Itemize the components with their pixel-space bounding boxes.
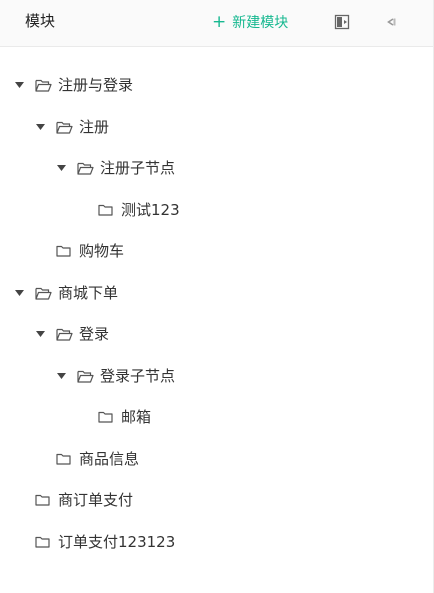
- add-module-label: 新建模块: [232, 15, 289, 31]
- tree-node-label: 订单支付123123: [58, 533, 176, 551]
- caret-down-icon[interactable]: [55, 162, 67, 174]
- tree-node-label: 登录: [79, 325, 110, 343]
- folder-icon: [35, 493, 53, 507]
- tree-node[interactable]: 注册: [34, 112, 109, 142]
- caret-down-icon[interactable]: [34, 328, 46, 340]
- tree-node[interactable]: 邮箱: [76, 402, 151, 432]
- caret-down-icon[interactable]: [34, 121, 46, 133]
- tree-node-label: 注册: [79, 118, 110, 136]
- panel-header: 模块 + 新建模块: [0, 0, 433, 47]
- tree-node[interactable]: 登录: [34, 319, 109, 349]
- tree-node-label: 注册与登录: [58, 76, 134, 94]
- folder-open-icon: [56, 327, 74, 341]
- folder-icon: [56, 452, 74, 466]
- folder-icon: [56, 244, 74, 258]
- folder-open-icon: [56, 120, 74, 134]
- folder-open-icon: [77, 369, 95, 383]
- tree-node[interactable]: 商品信息: [34, 444, 139, 474]
- tree-node[interactable]: 商城下单: [13, 278, 118, 308]
- tree-node-label: 商城下单: [58, 284, 119, 302]
- tree-node-label: 注册子节点: [100, 159, 176, 177]
- tree-node[interactable]: 登录子节点: [55, 361, 175, 391]
- tree-node-label: 邮箱: [121, 408, 152, 426]
- caret-down-icon[interactable]: [55, 370, 67, 382]
- tree-node[interactable]: 注册子节点: [55, 153, 175, 183]
- folder-icon: [98, 410, 116, 424]
- tree-node[interactable]: 注册与登录: [13, 70, 133, 100]
- tree-node[interactable]: 购物车: [34, 236, 124, 266]
- add-module-button[interactable]: + 新建模块: [212, 11, 288, 33]
- collapse-all-icon[interactable]: [382, 13, 400, 31]
- tree-node[interactable]: 订单支付123123: [13, 527, 175, 557]
- expand-all-icon[interactable]: [333, 13, 351, 31]
- folder-icon: [98, 203, 116, 217]
- tree-node-label: 登录子节点: [100, 367, 176, 385]
- caret-down-icon[interactable]: [13, 79, 25, 91]
- folder-open-icon: [35, 286, 53, 300]
- tree-node-label: 购物车: [79, 242, 125, 260]
- panel-title: 模块: [25, 12, 56, 30]
- caret-down-icon[interactable]: [13, 287, 25, 299]
- module-panel: 模块 + 新建模块 注册与登录注册注册子节点测试123 购物车商城下单登录登录子节…: [0, 0, 434, 593]
- tree-node-label: 商品信息: [79, 450, 140, 468]
- folder-open-icon: [35, 78, 53, 92]
- folder-open-icon: [77, 161, 95, 175]
- folder-icon: [35, 535, 53, 549]
- tree-node-label: 商订单支付: [58, 491, 134, 509]
- plus-icon: +: [212, 12, 227, 32]
- tree-node-label: 测试123: [121, 201, 180, 219]
- tree-node[interactable]: 测试123: [76, 195, 180, 225]
- tree-node[interactable]: 商订单支付: [13, 485, 133, 515]
